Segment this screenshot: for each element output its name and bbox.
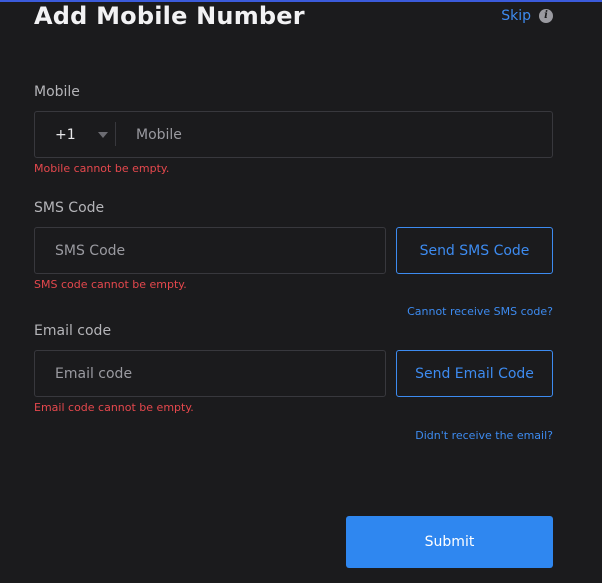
country-code-select[interactable]: +1 [35, 112, 115, 157]
page-title: Add Mobile Number [34, 2, 305, 30]
email-code-label: Email code [34, 323, 112, 339]
sms-code-field [34, 227, 386, 274]
mobile-field: +1 [34, 111, 553, 158]
email-code-field [34, 350, 386, 397]
sms-code-label: SMS Code [34, 200, 105, 216]
mobile-input[interactable] [116, 112, 552, 157]
didnt-receive-email-link[interactable]: Didn't receive the email? [415, 429, 553, 442]
info-icon[interactable]: i [539, 9, 553, 23]
mobile-label: Mobile [34, 84, 80, 100]
chevron-down-icon [97, 131, 108, 138]
send-email-code-button[interactable]: Send Email Code [396, 350, 553, 397]
sms-code-error: SMS code cannot be empty. [34, 278, 187, 291]
send-sms-code-button[interactable]: Send SMS Code [396, 227, 553, 274]
email-code-error: Email code cannot be empty. [34, 401, 194, 414]
sms-code-input[interactable] [35, 228, 385, 273]
mobile-error: Mobile cannot be empty. [34, 162, 170, 175]
email-code-input[interactable] [35, 351, 385, 396]
cannot-receive-sms-link[interactable]: Cannot receive SMS code? [407, 305, 553, 318]
submit-button[interactable]: Submit [346, 516, 553, 568]
country-code-value: +1 [55, 126, 76, 143]
skip-link[interactable]: Skip [501, 8, 531, 24]
skip-area: Skip i [501, 8, 553, 24]
